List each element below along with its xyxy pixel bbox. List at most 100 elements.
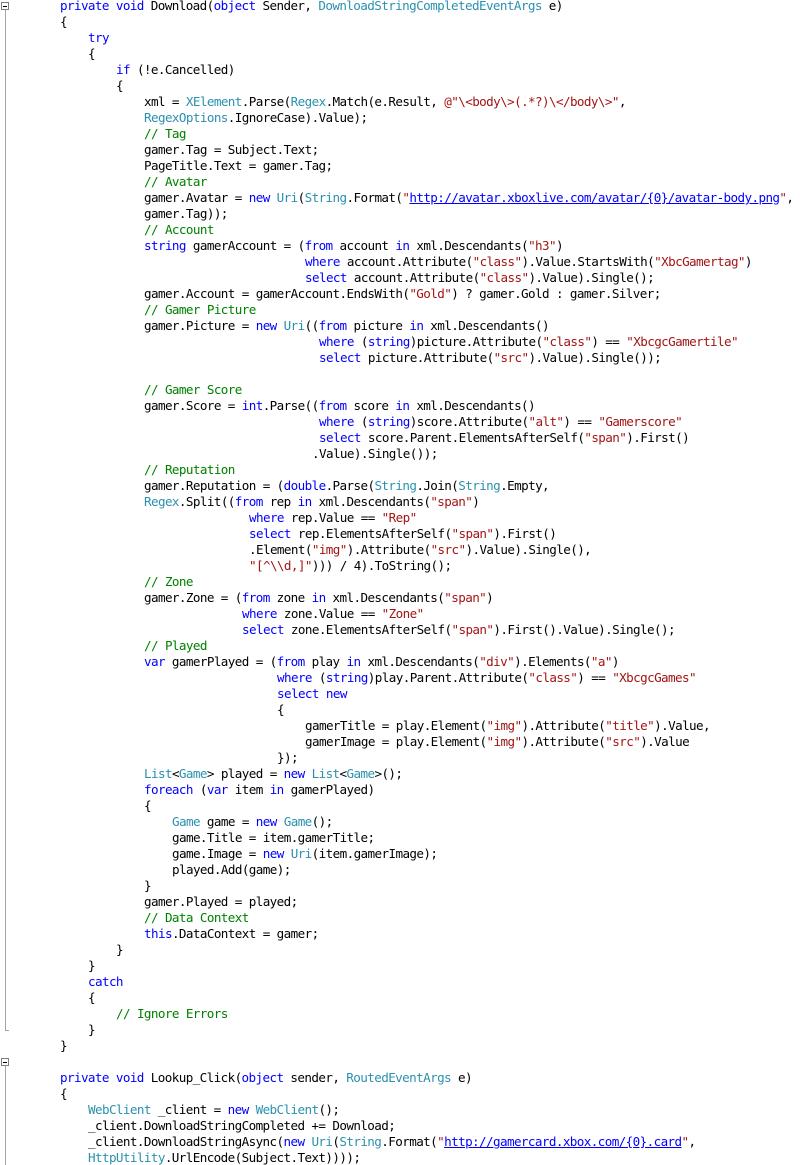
code-token: gamerAccount = ( — [185, 238, 305, 253]
string-token: "a" — [590, 654, 613, 669]
url-link[interactable]: http://avatar.xboxlive.com/avatar/{0}/av… — [409, 190, 780, 205]
code-line: { — [277, 702, 285, 718]
code-line: private void Download(object Sender, Dow… — [60, 0, 563, 14]
code-line: _client.DownloadStringAsync(new Uri(Stri… — [88, 1134, 696, 1150]
code-token: ( — [311, 670, 327, 685]
keyword-token: private — [60, 1070, 109, 1085]
url-link[interactable]: http://gamercard.xbox.com/{0}.card — [444, 1134, 682, 1149]
code-line: // Reputation — [144, 462, 235, 478]
type-token: XElement — [185, 94, 242, 109]
code-token: ) — [611, 654, 620, 669]
keyword-token: from — [318, 318, 348, 333]
code-token: { — [277, 702, 285, 717]
keyword-token: string — [367, 414, 411, 429]
string-token: " — [681, 1134, 690, 1149]
type-token: Game — [178, 766, 208, 781]
code-token: ).Elements( — [514, 654, 591, 669]
string-token: "class" — [472, 254, 522, 269]
keyword-token: try — [88, 30, 110, 45]
code-token: .Match(e.Result, — [325, 94, 445, 109]
keyword-token: new — [262, 846, 285, 861]
code-token: gamer.Reputation = ( — [144, 478, 284, 493]
code-token: .Join( — [416, 478, 459, 493]
keyword-token: new — [325, 686, 348, 701]
code-line: xml = XElement.Parse(Regex.Match(e.Resul… — [144, 94, 626, 110]
collapse-region-icon[interactable] — [1, 1058, 9, 1066]
code-line: List<Game> played = new List<Game>(); — [144, 766, 403, 782]
keyword-token: new — [283, 1134, 306, 1149]
keyword-token: from — [241, 590, 271, 605]
string-token: "src" — [493, 350, 530, 365]
code-token: ) — [556, 238, 564, 253]
string-token: "span" — [430, 494, 473, 509]
code-line: private void Lookup_Click(object sender,… — [60, 1070, 473, 1086]
code-token: game.Image = — [172, 846, 263, 861]
code-line: if (!e.Cancelled) — [116, 62, 235, 78]
code-token: ) ? gamer.Gold : gamer.Silver; — [451, 286, 661, 301]
code-line: // Account — [144, 222, 214, 238]
code-token: gamer.Avatar = — [144, 190, 249, 205]
code-token: .Parse( — [241, 94, 291, 109]
code-token: gamerPlayed) — [283, 782, 375, 797]
code-text-area[interactable]: private void Download(object Sender, Dow… — [11, 0, 800, 1165]
code-token: ).Attribute( — [521, 734, 606, 749]
code-token: ( — [353, 414, 369, 429]
code-token: { — [144, 798, 152, 813]
comment-token: // Gamer Score — [144, 382, 242, 397]
code-line: gamer.Picture = new Uri((from picture in… — [144, 318, 550, 334]
code-token: }); — [277, 750, 299, 765]
string-token: "title" — [605, 718, 655, 733]
keyword-token: in — [395, 398, 410, 413]
keyword-token: in — [311, 590, 327, 605]
code-line: } — [88, 1022, 96, 1038]
keyword-token: new — [248, 190, 271, 205]
code-line: Regex.Split((from rep in xml.Descendants… — [144, 494, 480, 510]
type-token: Uri — [311, 1134, 333, 1149]
code-token: ).Value, — [654, 718, 710, 733]
keyword-token: from — [318, 398, 348, 413]
code-line: select account.Attribute("class").Value)… — [305, 270, 655, 286]
code-token: ).Value).Single(), — [465, 542, 592, 557]
keyword-token: in — [395, 238, 410, 253]
keyword-token: select — [242, 622, 285, 637]
code-line: gamer.Played = played; — [144, 894, 298, 910]
keyword-token: where — [319, 414, 355, 429]
code-token: Lookup_Click( — [143, 1070, 242, 1085]
type-token: DownloadStringCompletedEventArgs — [318, 0, 542, 13]
code-token: ).Value).Single(); — [528, 270, 655, 285]
code-line: gamer.Reputation = (double.Parse(String.… — [144, 478, 550, 494]
code-token: picture.Attribute( — [360, 350, 494, 365]
string-token: "XbcgcGames" — [612, 670, 696, 685]
type-token: Uri — [283, 318, 306, 333]
code-token: xml.Descendants( — [409, 238, 529, 253]
code-token: game = — [199, 814, 256, 829]
keyword-token: from — [304, 238, 334, 253]
keyword-token: new — [227, 1102, 250, 1117]
code-editor[interactable]: private void Download(object Sender, Dow… — [0, 0, 800, 1165]
code-token: ).Attribute( — [521, 718, 606, 733]
code-token: item — [227, 782, 270, 797]
code-line: gamerImage = play.Element("img").Attribu… — [305, 734, 690, 750]
type-token: String — [458, 478, 501, 493]
code-line: _client.DownloadStringCompleted += Downl… — [88, 1118, 396, 1134]
code-token: .Parse( — [325, 478, 375, 493]
collapse-region-icon[interactable] — [1, 2, 9, 10]
code-token: xml.Descendants( — [360, 654, 480, 669]
code-line: } — [60, 1038, 68, 1054]
code-token: .UrlEncode(Subject.Text)))); — [164, 1150, 361, 1165]
keyword-token: if — [116, 62, 131, 77]
code-token: gamer.Picture = — [144, 318, 256, 333]
code-token: zone.ElementsAfterSelf( — [283, 622, 452, 637]
code-line: select zone.ElementsAfterSelf("span").Fi… — [242, 622, 676, 638]
code-token: )score.Attribute( — [409, 414, 529, 429]
code-token: (( — [304, 318, 320, 333]
code-line: { — [144, 798, 152, 814]
code-line: "[^\\d,]"))) / 4).ToString(); — [249, 558, 452, 574]
code-token: > played = — [206, 766, 284, 781]
keyword-token: var — [144, 654, 166, 669]
string-token: @"\<body\>(.*?)\</body\>" — [444, 94, 619, 109]
code-line: } — [116, 942, 124, 958]
code-token: .Format( — [381, 1134, 438, 1149]
code-line: .Value).Single()); — [312, 446, 438, 462]
